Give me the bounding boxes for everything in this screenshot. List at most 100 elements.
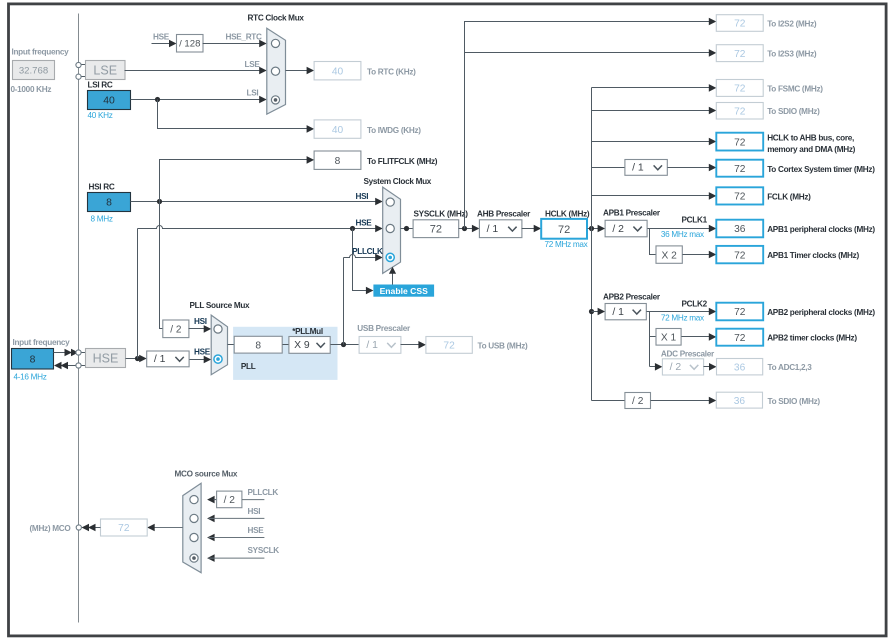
svg-text:HSE: HSE <box>248 526 265 535</box>
svg-text:/ 1: / 1 <box>154 354 166 365</box>
svg-text:72: 72 <box>734 84 746 95</box>
svg-text:/ 128: / 128 <box>179 39 200 50</box>
svg-text:72 MHz max: 72 MHz max <box>661 314 704 323</box>
svg-text:72: 72 <box>430 224 442 236</box>
svg-text:LSE: LSE <box>245 60 261 69</box>
svg-text:To USB (MHz): To USB (MHz) <box>478 342 528 351</box>
svg-text:8: 8 <box>335 156 341 167</box>
svg-text:MCO source Mux: MCO source Mux <box>175 470 238 479</box>
svg-text:4-16 MHz: 4-16 MHz <box>14 373 47 382</box>
svg-text:8 MHz: 8 MHz <box>91 215 113 224</box>
svg-text:HSE: HSE <box>93 352 119 366</box>
svg-text:40: 40 <box>332 125 344 136</box>
svg-text:72: 72 <box>443 341 455 352</box>
svg-text:To IWDG (KHz): To IWDG (KHz) <box>367 126 421 135</box>
svg-text:PCLK2: PCLK2 <box>682 300 708 309</box>
svg-text:36: 36 <box>734 224 746 235</box>
svg-text:APB1 Prescaler: APB1 Prescaler <box>603 209 661 218</box>
svg-text:HSE: HSE <box>356 219 373 228</box>
svg-text:USB Prescaler: USB Prescaler <box>357 324 411 333</box>
svg-text:40: 40 <box>332 66 344 77</box>
svg-text:36: 36 <box>734 362 746 373</box>
svg-text:/ 1: / 1 <box>632 163 644 174</box>
svg-text:/ 1: / 1 <box>366 340 378 351</box>
svg-text:72: 72 <box>734 137 746 148</box>
svg-text:HSE: HSE <box>194 348 211 357</box>
svg-text:*PLLMul: *PLLMul <box>292 327 323 336</box>
svg-text:/ 2: / 2 <box>170 324 182 335</box>
svg-text:FCLK (MHz): FCLK (MHz) <box>767 193 811 202</box>
svg-text:To FSMC (MHz): To FSMC (MHz) <box>767 84 823 93</box>
svg-text:LSI: LSI <box>247 89 259 98</box>
svg-text:PLLCLK: PLLCLK <box>248 488 279 497</box>
svg-text:/ 1: / 1 <box>612 307 624 318</box>
svg-text:APB1 peripheral clocks (MHz): APB1 peripheral clocks (MHz) <box>767 225 875 234</box>
svg-text:36 MHz max: 36 MHz max <box>661 230 704 239</box>
svg-text:(MHz) MCO: (MHz) MCO <box>30 524 72 533</box>
svg-text:HSI: HSI <box>248 507 261 516</box>
svg-text:LSE: LSE <box>93 64 117 78</box>
svg-text:HSI: HSI <box>356 192 369 201</box>
svg-text:PLL Source Mux: PLL Source Mux <box>190 301 251 310</box>
svg-text:Enable CSS: Enable CSS <box>380 286 429 296</box>
svg-text:72: 72 <box>558 224 570 236</box>
svg-text:Input frequency: Input frequency <box>13 338 71 347</box>
svg-text:HSE: HSE <box>153 33 170 42</box>
svg-text:X 2: X 2 <box>662 250 678 261</box>
svg-text:72: 72 <box>734 250 746 261</box>
svg-text:8: 8 <box>255 340 261 351</box>
svg-text:PLLCLK: PLLCLK <box>352 247 383 256</box>
svg-text:72: 72 <box>734 19 746 30</box>
svg-text:72: 72 <box>734 307 746 318</box>
svg-text:HSI: HSI <box>194 317 207 326</box>
svg-text:32.768: 32.768 <box>19 65 48 76</box>
svg-text:40: 40 <box>103 96 115 107</box>
svg-text:HCLK (MHz): HCLK (MHz) <box>545 210 590 219</box>
svg-text:40 KHz: 40 KHz <box>88 111 113 120</box>
svg-text:HSI RC: HSI RC <box>89 183 115 192</box>
svg-text:APB2 timer clocks (MHz): APB2 timer clocks (MHz) <box>767 334 857 343</box>
svg-text:72: 72 <box>734 164 746 175</box>
svg-text:X 1: X 1 <box>661 332 677 343</box>
svg-text:/ 2: / 2 <box>632 396 644 407</box>
svg-text:36: 36 <box>734 396 746 407</box>
svg-text:System Clock Mux: System Clock Mux <box>364 177 432 186</box>
svg-text:LSI RC: LSI RC <box>88 81 113 90</box>
svg-text:HSE_RTC: HSE_RTC <box>226 33 263 42</box>
svg-text:PCLK1: PCLK1 <box>682 216 708 225</box>
svg-text:APB1 Timer clocks (MHz): APB1 Timer clocks (MHz) <box>767 251 859 260</box>
svg-text:memory and DMA (MHz): memory and DMA (MHz) <box>767 145 855 154</box>
svg-text:/ 1: / 1 <box>487 224 499 235</box>
svg-text:/ 2: / 2 <box>224 495 236 506</box>
svg-text:/ 2: / 2 <box>612 224 624 235</box>
svg-text:RTC Clock Mux: RTC Clock Mux <box>248 14 305 23</box>
svg-text:ADC Prescaler: ADC Prescaler <box>661 350 715 359</box>
svg-text:0-1000 KHz: 0-1000 KHz <box>11 85 52 94</box>
svg-text:To Cortex System timer (MHz): To Cortex System timer (MHz) <box>767 165 875 174</box>
svg-text:8: 8 <box>30 354 36 365</box>
svg-text:72: 72 <box>734 333 746 344</box>
svg-text:X 9: X 9 <box>294 340 310 351</box>
svg-text:AHB Prescaler: AHB Prescaler <box>477 210 531 219</box>
svg-text:To I2S2 (MHz): To I2S2 (MHz) <box>767 19 817 28</box>
svg-text:APB2 peripheral clocks (MHz): APB2 peripheral clocks (MHz) <box>767 308 875 317</box>
svg-text:72: 72 <box>734 192 746 203</box>
svg-text:To SDIO (MHz): To SDIO (MHz) <box>767 107 820 116</box>
svg-text:To RTC (KHz): To RTC (KHz) <box>367 68 416 77</box>
svg-text:72: 72 <box>734 106 746 117</box>
svg-text:SYSCLK: SYSCLK <box>248 546 280 555</box>
svg-text:72: 72 <box>734 49 746 60</box>
svg-text:To ADC1,2,3: To ADC1,2,3 <box>768 363 813 372</box>
svg-text:APB2 Prescaler: APB2 Prescaler <box>603 293 661 302</box>
svg-text:Input frequency: Input frequency <box>12 48 70 57</box>
svg-text:8: 8 <box>106 198 112 209</box>
svg-text:HCLK to AHB bus, core,: HCLK to AHB bus, core, <box>767 134 854 143</box>
svg-text:To FLITFCLK (MHz): To FLITFCLK (MHz) <box>367 157 438 166</box>
svg-text:72: 72 <box>118 523 130 534</box>
svg-text:To SDIO (MHz): To SDIO (MHz) <box>768 397 821 406</box>
svg-text:PLL: PLL <box>241 362 256 371</box>
svg-text:72 MHz max: 72 MHz max <box>545 240 588 249</box>
svg-text:To I2S3 (MHz): To I2S3 (MHz) <box>767 49 817 58</box>
svg-text:SYSCLK (MHz): SYSCLK (MHz) <box>414 210 469 219</box>
svg-text:/ 2: / 2 <box>670 362 682 373</box>
